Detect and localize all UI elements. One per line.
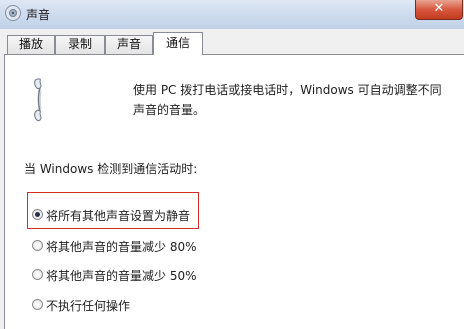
option-do-nothing-label: 不执行任何操作	[46, 299, 131, 313]
tab-recording[interactable]: 录制	[55, 35, 105, 54]
title-bar: 声音 ✕	[0, 0, 464, 29]
option-mute-all-label: 将所有其他声音设置为静音	[46, 209, 191, 223]
tab-sounds[interactable]: 声音	[105, 35, 153, 54]
when-detected-label: 当 Windows 检测到通信活动时:	[24, 162, 198, 176]
description-line-2: 声音的音量。	[133, 103, 206, 117]
radio-mute-all[interactable]	[32, 209, 43, 220]
tab-communications[interactable]: 通信	[153, 32, 203, 55]
radio-reduce-80[interactable]	[32, 240, 43, 251]
tab-playback[interactable]: 播放	[7, 35, 55, 54]
radio-reduce-50[interactable]	[32, 269, 43, 280]
close-icon: ✕	[433, 1, 445, 16]
option-reduce-80-label: 将其他声音的音量减少 80%	[46, 240, 197, 254]
speaker-icon[interactable]	[4, 4, 22, 22]
tab-strip: 播放 录制 声音 通信	[0, 29, 464, 55]
phone-handset-icon	[34, 78, 42, 122]
radio-do-nothing[interactable]	[32, 299, 43, 310]
window-title: 声音	[26, 8, 51, 22]
option-reduce-50-label: 将其他声音的音量减少 50%	[46, 269, 197, 283]
description-line-1: 使用 PC 拨打电话或接电话时，Windows 可自动调整不同	[133, 83, 442, 97]
communications-description: 使用 PC 拨打电话或接电话时，Windows 可自动调整不同 声音的音量。	[133, 80, 458, 120]
close-button[interactable]: ✕	[415, 0, 463, 20]
